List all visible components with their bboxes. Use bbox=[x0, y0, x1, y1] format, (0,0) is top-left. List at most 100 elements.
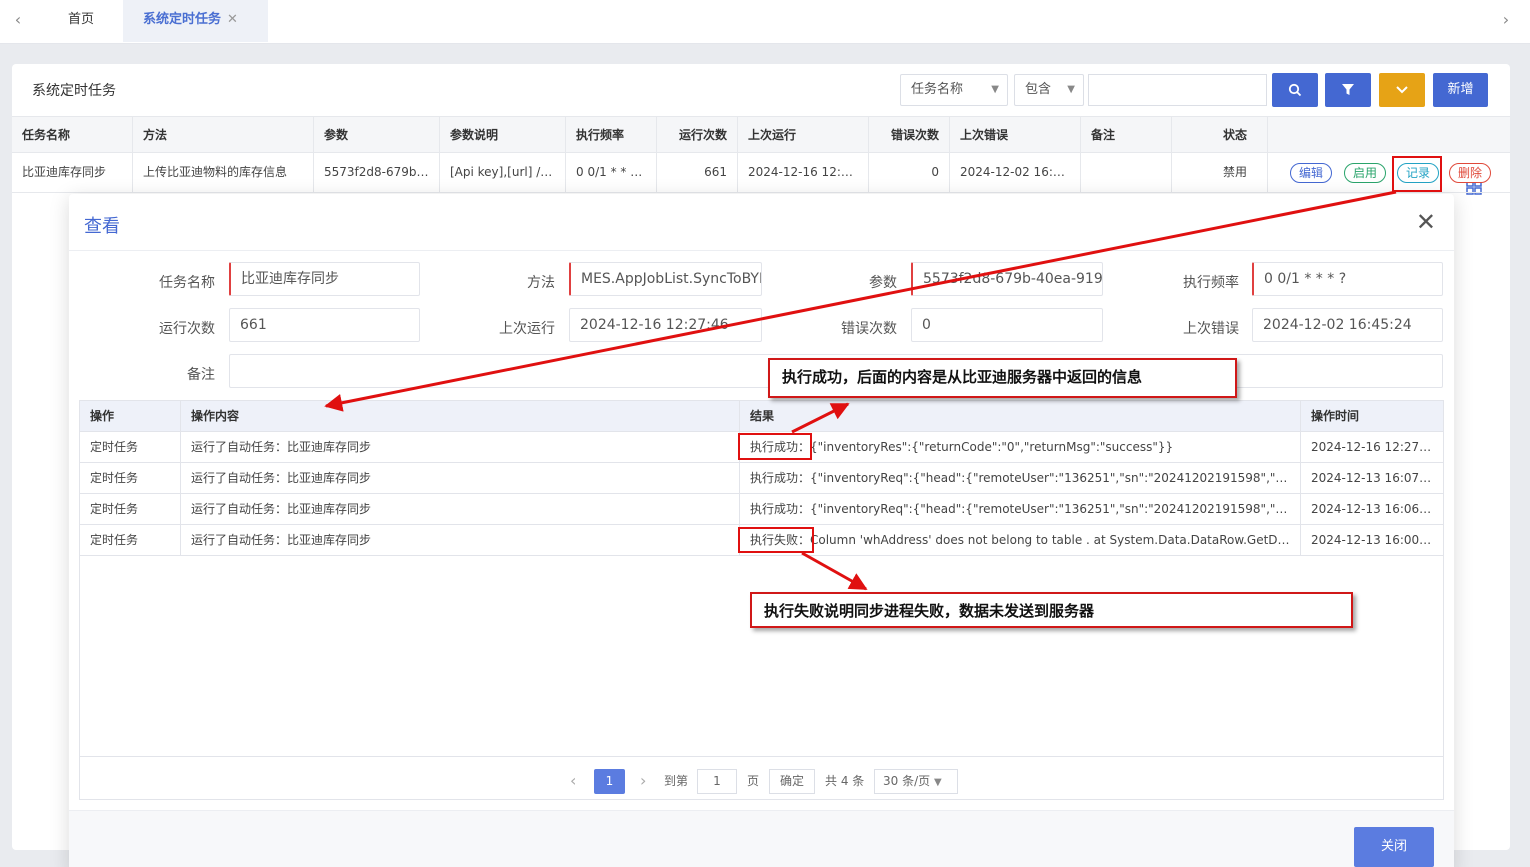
close-icon[interactable]: ✕ bbox=[1416, 208, 1436, 236]
log-table-header: 操作 操作内容 结果 操作时间 bbox=[80, 401, 1443, 432]
tab-home[interactable]: 首页 bbox=[48, 0, 114, 42]
col-method[interactable]: 方法 bbox=[133, 117, 314, 152]
method-field[interactable]: MES.AppJobList.SyncToBYD bbox=[569, 262, 762, 296]
close-button[interactable]: 关闭 bbox=[1354, 827, 1434, 867]
cell-freq: 0 0/1 * * * ? bbox=[566, 153, 657, 192]
field-label: 错误次数 bbox=[841, 321, 897, 337]
page-1[interactable]: 1 bbox=[594, 769, 625, 794]
annotation-highlight-failure bbox=[738, 527, 814, 553]
tab-system-jobs[interactable]: 系统定时任务 ✕ bbox=[123, 0, 268, 42]
error-count-field[interactable]: 0 bbox=[911, 308, 1103, 342]
cell-content: 运行了自动任务：比亚迪库存同步 bbox=[181, 463, 740, 493]
freq-field[interactable]: 0 0/1 * * * ? bbox=[1252, 262, 1443, 296]
col-last-error[interactable]: 上次错误 bbox=[950, 117, 1081, 152]
cell-result: 执行失败：Column 'whAddress' does not belong … bbox=[740, 525, 1301, 555]
field-label: 运行次数 bbox=[159, 321, 215, 337]
goto-confirm-button[interactable]: 确定 bbox=[769, 769, 815, 794]
col-task-name[interactable]: 任务名称 bbox=[12, 117, 133, 152]
table-row[interactable]: 定时任务 运行了自动任务：比亚迪库存同步 执行成功：{"inventoryReq… bbox=[80, 463, 1443, 494]
pagination: ‹ 1 › 到第 1 页 确定 共 4 条 30 条/页 ▼ bbox=[80, 756, 1443, 800]
annotation-highlight-success bbox=[738, 433, 812, 460]
last-error-field[interactable]: 2024-12-02 16:45:24 bbox=[1252, 308, 1443, 342]
cell-time: 2024-12-13 16:07:24 bbox=[1311, 471, 1439, 485]
col-result[interactable]: 结果 bbox=[740, 401, 1301, 431]
cell-time: 2024-12-13 16:00:22 bbox=[1311, 533, 1439, 547]
edit-button[interactable]: 编辑 bbox=[1290, 163, 1333, 183]
caret-down-icon: ▼ bbox=[1067, 84, 1075, 95]
delete-button[interactable]: 删除 bbox=[1449, 163, 1492, 183]
more-button[interactable] bbox=[1379, 73, 1425, 107]
cell-time: 2024-12-16 12:27:46 bbox=[1311, 440, 1439, 454]
cell-result: 执行成功：{"inventoryRes":{"returnCode":"0","… bbox=[740, 432, 1301, 462]
field-label: 方法 bbox=[527, 275, 555, 291]
cell-remark bbox=[1081, 153, 1172, 192]
cell-run-count: 661 bbox=[657, 153, 738, 192]
cell-operation: 定时任务 bbox=[80, 525, 181, 555]
col-time[interactable]: 操作时间 bbox=[1301, 401, 1444, 431]
run-count-field[interactable]: 661 bbox=[229, 308, 420, 342]
page-size-select[interactable]: 30 条/页 ▼ bbox=[874, 769, 958, 794]
cell-params: 5573f2d8-679b-... bbox=[314, 153, 440, 192]
search-input[interactable] bbox=[1088, 74, 1267, 106]
col-error-count[interactable]: 错误次数 bbox=[869, 117, 950, 152]
cell-content: 运行了自动任务：比亚迪库存同步 bbox=[181, 494, 740, 524]
divider bbox=[69, 250, 1454, 251]
cell-content: 运行了自动任务：比亚迪库存同步 bbox=[181, 432, 740, 462]
chevron-left-icon[interactable]: ‹ bbox=[8, 10, 28, 29]
close-icon[interactable]: ✕ bbox=[227, 12, 238, 27]
chevron-down-icon bbox=[1396, 86, 1408, 94]
cell-result: 执行成功：{"inventoryReq":{"head":{"remoteUse… bbox=[740, 463, 1301, 493]
dialog-title: 查看 bbox=[84, 216, 120, 237]
next-page-icon[interactable]: › bbox=[640, 769, 646, 793]
add-button[interactable]: 新增 bbox=[1433, 73, 1488, 107]
cell-result: 执行成功：{"inventoryReq":{"head":{"remoteUse… bbox=[740, 494, 1301, 524]
panel-title: 系统定时任务 bbox=[32, 83, 116, 99]
tab-bar: ‹ 首页 系统定时任务 ✕ › bbox=[0, 0, 1530, 44]
filter-field-select[interactable]: 任务名称 ▼ bbox=[900, 74, 1008, 106]
cell-last-error: 2024-12-02 16:4... bbox=[950, 153, 1081, 192]
search-button[interactable] bbox=[1272, 73, 1318, 107]
annotation-highlight-log bbox=[1392, 156, 1442, 192]
col-content[interactable]: 操作内容 bbox=[181, 401, 740, 431]
col-status[interactable]: 状态 bbox=[1172, 117, 1268, 152]
col-last-run[interactable]: 上次运行 bbox=[738, 117, 869, 152]
col-params[interactable]: 参数 bbox=[314, 117, 440, 152]
last-run-field[interactable]: 2024-12-16 12:27:46 bbox=[569, 308, 762, 342]
col-run-count[interactable]: 运行次数 bbox=[657, 117, 738, 152]
filter-button[interactable] bbox=[1325, 73, 1371, 107]
field-label: 任务名称 bbox=[159, 275, 215, 291]
field-label: 上次错误 bbox=[1183, 321, 1239, 337]
annotation-success-note: 执行成功，后面的内容是从比亚迪服务器中返回的信息 bbox=[768, 358, 1237, 398]
cell-method: 上传比亚迪物料的库存信息 bbox=[133, 153, 314, 192]
page-unit: 页 bbox=[747, 774, 760, 788]
goto-page-input[interactable]: 1 bbox=[697, 769, 737, 794]
chevron-right-icon[interactable]: › bbox=[1496, 10, 1516, 29]
params-field[interactable]: 5573f2d8-679b-40ea-919c- bbox=[911, 262, 1103, 296]
search-icon bbox=[1288, 83, 1302, 97]
goto-label: 到第 bbox=[664, 774, 689, 788]
col-params-desc[interactable]: 参数说明 bbox=[440, 117, 566, 152]
annotation-failure-note: 执行失败说明同步进程失败，数据未发送到服务器 bbox=[750, 592, 1353, 628]
cell-content: 运行了自动任务：比亚迪库存同步 bbox=[181, 525, 740, 555]
cell-operation: 定时任务 bbox=[80, 463, 181, 493]
cell-error-count: 0 bbox=[869, 153, 950, 192]
field-label: 参数 bbox=[869, 275, 897, 291]
enable-button[interactable]: 启用 bbox=[1344, 163, 1387, 183]
cell-operation: 定时任务 bbox=[80, 432, 181, 462]
prev-page-icon[interactable]: ‹ bbox=[570, 769, 576, 793]
field-label: 备注 bbox=[187, 367, 215, 383]
task-name-field[interactable]: 比亚迪库存同步 bbox=[229, 262, 420, 296]
field-label: 上次运行 bbox=[499, 321, 555, 337]
col-remark[interactable]: 备注 bbox=[1081, 117, 1172, 152]
total-count: 共 4 条 bbox=[825, 774, 865, 788]
col-freq[interactable]: 执行频率 bbox=[566, 117, 657, 152]
filter-op-select[interactable]: 包含 ▼ bbox=[1014, 74, 1084, 106]
cell-last-run: 2024-12-16 12:2... bbox=[738, 153, 869, 192]
cell-params-desc: [Api key],[url] //... bbox=[440, 153, 566, 192]
table-row[interactable]: 比亚迪库存同步 上传比亚迪物料的库存信息 5573f2d8-679b-... [… bbox=[12, 153, 1510, 193]
col-operation[interactable]: 操作 bbox=[80, 401, 181, 431]
cell-operation: 定时任务 bbox=[80, 494, 181, 524]
table-row[interactable]: 定时任务 运行了自动任务：比亚迪库存同步 执行成功：{"inventoryReq… bbox=[80, 494, 1443, 525]
caret-down-icon: ▼ bbox=[991, 84, 999, 95]
dialog-footer: 关闭 bbox=[69, 810, 1454, 867]
